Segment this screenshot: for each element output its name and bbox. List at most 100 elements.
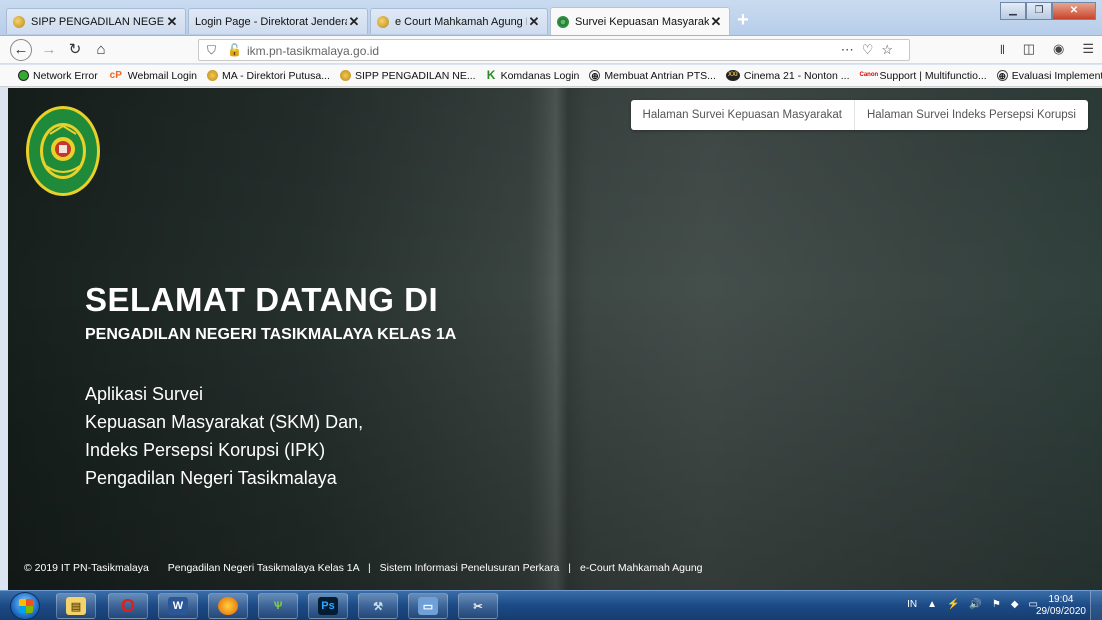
bookmark-support[interactable]: Canon Support | Multifunctio...	[860, 70, 987, 82]
bookmark-sipp[interactable]: SIPP PENGADILAN NE...	[339, 69, 476, 82]
photoshop-icon[interactable]: Ps	[308, 593, 348, 619]
skm-survey-link[interactable]: Halaman Survei Kepuasan Masyarakat	[631, 100, 854, 130]
k-icon: K	[486, 68, 496, 82]
footer-link-ecourt[interactable]: e-Court Mahkamah Agung	[580, 562, 703, 574]
toolbar-right: 𝍪 ◫ ◉ ☰	[1000, 41, 1094, 63]
back-arrow-icon[interactable]: ←	[10, 39, 32, 61]
hero-section: SELAMAT DATANG DI PENGADILAN NEGERI TASI…	[85, 280, 456, 492]
mahkamah-agung-favicon-icon	[13, 15, 25, 28]
shield-icon[interactable]: ⛉	[207, 43, 216, 58]
volume-icon[interactable]: 🔊	[969, 599, 981, 610]
canon-icon: Canon	[859, 72, 879, 78]
bookmark-antrian[interactable]: ⊕ Membuat Antrian PTS...	[589, 69, 716, 82]
start-button-icon[interactable]	[10, 592, 40, 620]
bookmark-evaluasi[interactable]: ⊕ Evaluasi Implementasi...	[996, 70, 1102, 82]
xxi-icon: XXI	[725, 70, 740, 81]
maximize-icon[interactable]: ❐	[1026, 2, 1052, 20]
window-controls: ▁ ❐ ✕	[1000, 2, 1096, 20]
page-actions: ⋯♡☆	[841, 42, 901, 58]
snipping-tool-icon[interactable]: ✂	[458, 593, 498, 619]
bookmark-label: SIPP PENGADILAN NE...	[354, 69, 476, 82]
close-tab-icon[interactable]: ✕	[709, 14, 723, 30]
bookmark-label: Network Error	[33, 69, 98, 82]
bookmark-label: Membuat Antrian PTS...	[604, 69, 716, 82]
footer-link-sipp[interactable]: Sistem Informasi Penelusuran Perkara	[380, 562, 560, 574]
more-actions-icon[interactable]: ⋯	[841, 42, 862, 57]
insecure-lock-icon[interactable]: 🔓	[227, 43, 242, 57]
green-dot-icon	[18, 70, 29, 81]
hero-description: Aplikasi Survei Kepuasan Masyarakat (SKM…	[85, 380, 456, 492]
reload-icon[interactable]: ↻	[64, 39, 86, 61]
hero-subtitle: PENGADILAN NEGERI TASIKMALAYA KELAS 1A	[85, 326, 457, 343]
page-footer: © 2019 IT PN-Tasikmalaya Pengadilan Nege…	[24, 562, 703, 574]
bookmark-cinema21[interactable]: XXI Cinema 21 - Nonton ...	[725, 69, 850, 82]
browser-tab-bar: SIPP PENGADILAN NEGERI TAS ✕ Login Page …	[0, 0, 1102, 36]
bookmark-network-error[interactable]: Network Error	[18, 70, 98, 82]
new-tab-icon[interactable]: +	[732, 10, 754, 32]
minimize-icon[interactable]: ▁	[1000, 2, 1026, 20]
language-indicator[interactable]: IN	[907, 599, 917, 610]
url-text[interactable]: ikm.pn-tasikmalaya.go.id	[247, 44, 379, 58]
clock-date: 29/09/2020	[1035, 606, 1086, 617]
close-tab-icon[interactable]: ✕	[347, 14, 361, 30]
globe-icon: ⊕	[996, 70, 1008, 81]
bookmark-label: Komdanas Login	[500, 69, 580, 82]
forward-arrow-icon[interactable]: →	[38, 39, 60, 61]
address-bar[interactable]: ⛉ 🔓 ikm.pn-tasikmalaya.go.id ⋯♡☆	[198, 39, 910, 61]
tab-title: SIPP PENGADILAN NEGERI TAS	[31, 15, 165, 28]
close-window-icon[interactable]: ✕	[1052, 2, 1096, 20]
window-app-icon[interactable]: ▭	[408, 593, 448, 619]
action-center-flag-icon[interactable]: ⚑	[992, 599, 1001, 610]
close-tab-icon[interactable]: ✕	[527, 14, 541, 30]
tab-sipp[interactable]: SIPP PENGADILAN NEGERI TAS ✕	[6, 8, 186, 34]
tab-ecourt[interactable]: e Court Mahkamah Agung RI | ✕	[370, 8, 548, 34]
library-icon[interactable]: 𝍪	[1000, 41, 1004, 63]
account-icon[interactable]: ◉	[1053, 41, 1064, 63]
mahkamah-agung-icon	[207, 70, 219, 81]
tab-title: Survei Kepuasan Masyarakat (S	[575, 15, 709, 28]
word-icon[interactable]: W	[158, 593, 198, 619]
bookmark-label: Support | Multifunctio...	[879, 69, 987, 82]
windows-taskbar: ▤ O W Ѱ Ps ⚒ ▭ ✂ IN ▲ ⚡ 🔊 ⚑ ◆ ▭ 19:04 29…	[0, 590, 1102, 620]
system-tray: IN ▲ ⚡ 🔊 ⚑ ◆ ▭	[907, 599, 1038, 610]
bookmark-ma-direktori[interactable]: MA - Direktori Putusa...	[207, 70, 330, 82]
hero-desc-line: Pengadilan Negeri Tasikmalaya	[85, 468, 337, 488]
bookmark-komdanas[interactable]: K Komdanas Login	[486, 68, 580, 82]
menu-icon[interactable]: ☰	[1082, 41, 1094, 63]
tab-title: Login Page - Direktorat Jenderal Ba	[195, 15, 347, 28]
hero-desc-line: Kepuasan Masyarakat (SKM) Dan,	[85, 412, 364, 432]
show-desktop-button[interactable]	[1090, 591, 1102, 620]
pengadilan-negeri-logo-icon[interactable]	[24, 104, 102, 198]
footer-separator: |	[367, 562, 371, 574]
bookmark-star-icon[interactable]: ☆	[881, 42, 901, 57]
hero-title: SELAMAT DATANG DI	[85, 281, 439, 318]
tool-icon[interactable]: ⚒	[358, 593, 398, 619]
top-navigation: Halaman Survei Kepuasan Masyarakat Halam…	[630, 100, 1088, 130]
bookmark-label: Cinema 21 - Nonton ...	[743, 69, 850, 82]
corel-icon[interactable]: Ѱ	[258, 593, 298, 619]
home-icon[interactable]: ⌂	[90, 39, 112, 61]
tab-survei-active[interactable]: Survei Kepuasan Masyarakat (S ✕	[550, 7, 730, 35]
sidebar-icon[interactable]: ◫	[1023, 41, 1035, 63]
ipk-survey-link[interactable]: Halaman Survei Indeks Persepsi Korupsi	[853, 100, 1088, 130]
security-tray-icon[interactable]: ◆	[1011, 599, 1019, 610]
close-tab-icon[interactable]: ✕	[165, 14, 179, 30]
tab-title: e Court Mahkamah Agung RI |	[395, 15, 527, 28]
page-hero-background: Halaman Survei Kepuasan Masyarakat Halam…	[8, 88, 1102, 590]
tab-login-page[interactable]: Login Page - Direktorat Jenderal Ba ✕	[188, 8, 368, 34]
footer-link-pn[interactable]: Pengadilan Negeri Tasikmalaya Kelas 1A	[168, 562, 359, 574]
mahkamah-agung-favicon-icon	[377, 15, 389, 28]
show-hidden-icons-icon[interactable]: ▲	[927, 599, 937, 610]
opera-icon[interactable]: O	[108, 593, 148, 619]
file-explorer-icon[interactable]: ▤	[56, 593, 96, 619]
firefox-icon[interactable]	[208, 593, 248, 619]
bookmark-label: MA - Direktori Putusa...	[222, 69, 330, 82]
bookmark-label: Webmail Login	[127, 69, 198, 82]
globe-icon: ⊕	[589, 70, 601, 81]
bookmark-webmail-login[interactable]: cP Webmail Login	[108, 70, 197, 82]
pocket-icon[interactable]: ♡	[862, 42, 882, 57]
mahkamah-agung-icon	[339, 70, 351, 81]
taskbar-clock[interactable]: 19:04 29/09/2020	[1036, 594, 1086, 618]
green-circle-favicon-icon	[557, 15, 569, 28]
network-tray-icon[interactable]: ⚡	[947, 599, 959, 610]
